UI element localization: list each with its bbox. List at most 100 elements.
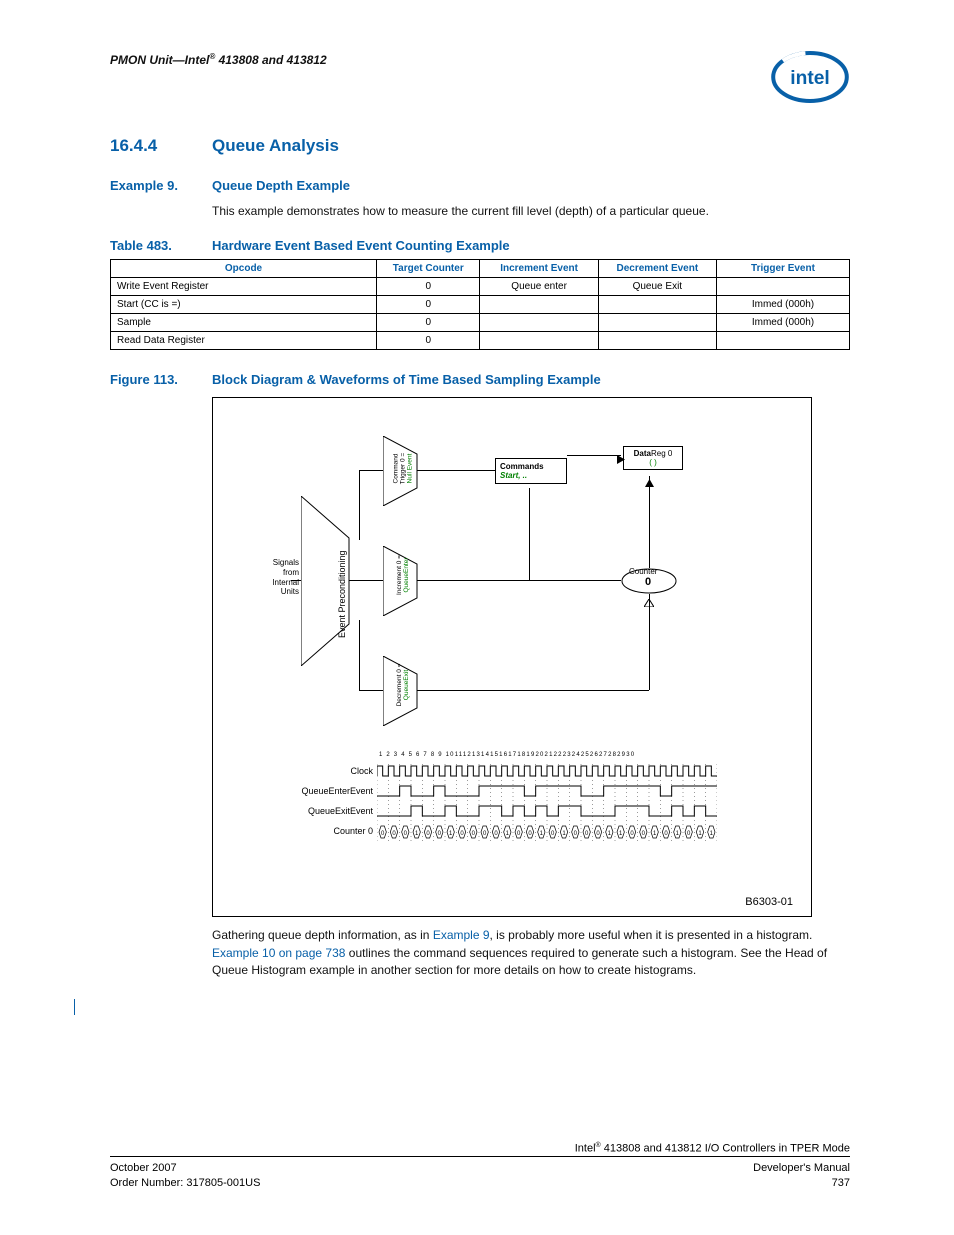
section-number: 16.4.4 (110, 136, 212, 156)
header-text: PMON Unit—Intel® 413808 and 413812 (110, 48, 327, 67)
link-example-9[interactable]: Example 9 (433, 928, 490, 942)
th-decr: Decrement Event (598, 260, 716, 278)
figure-title: Block Diagram & Waveforms of Time Based … (212, 372, 601, 387)
cell: Start (CC is =) (111, 296, 377, 314)
table-row: Read Data Register 0 (111, 332, 850, 350)
footer-right-1: Developer's Manual (753, 1161, 850, 1176)
example-title: Queue Depth Example (212, 178, 350, 193)
wire (349, 580, 383, 581)
cell: Read Data Register (111, 332, 377, 350)
example-caption: Example 9. Queue Depth Example (110, 178, 850, 193)
table-caption: Table 483. Hardware Event Based Event Co… (110, 238, 850, 253)
cell: 0 (377, 314, 480, 332)
counter-value: 0 (645, 576, 651, 588)
arrowhead-icon (617, 451, 625, 469)
txt: Commands (500, 462, 544, 471)
txt: Increment 0 = (396, 555, 403, 595)
wire (529, 488, 530, 580)
footer-left-2: Order Number: 317805-001US (110, 1176, 260, 1191)
txt: 413808 and 413812 I/O Controllers in TPE… (601, 1142, 850, 1154)
txt: Trigger 0 = (400, 453, 407, 484)
txt: Gathering queue depth information, as in (212, 928, 433, 942)
figure-113: Signals from Internal Units Event Precon… (212, 397, 812, 917)
footer-left-1: October 2007 (110, 1161, 177, 1176)
txt: ( ) (649, 458, 657, 467)
wave-label-enter: QueueEnterEvent (233, 786, 373, 796)
footer-right-top: Intel® 413808 and 413812 I/O Controllers… (575, 1141, 850, 1157)
counter-label: Counter (629, 567, 657, 576)
example-number: Example 9. (110, 178, 212, 193)
counter-oval: Counter 0 (621, 568, 677, 594)
header-tail: 413808 and 413812 (215, 53, 326, 67)
wire (359, 690, 383, 691)
mux-top-label: Command Trigger 0 = Null Event (393, 445, 414, 493)
wire (359, 620, 360, 690)
th-incr: Increment Event (480, 260, 598, 278)
cell (598, 296, 716, 314)
wire (359, 470, 383, 471)
th-trig: Trigger Event (716, 260, 849, 278)
cell: Immed (000h) (716, 314, 849, 332)
wave-label-exit: QueueExitEvent (233, 806, 373, 816)
figure-id: B6303-01 (745, 896, 793, 908)
wire (417, 580, 621, 581)
revision-bar-icon (74, 999, 75, 1015)
footer-right-2: 737 (832, 1176, 850, 1191)
table-title: Hardware Event Based Event Counting Exam… (212, 238, 510, 253)
th-opcode: Opcode (111, 260, 377, 278)
wave-label-clock: Clock (233, 766, 373, 776)
wave-tick-numbers: 1 2 3 4 5 6 7 8 9 1011121314151617181920… (379, 752, 719, 758)
cell (598, 314, 716, 332)
link-example-10[interactable]: Example 10 on page 738 (212, 946, 345, 960)
cell (598, 332, 716, 350)
wire (291, 580, 301, 581)
txt: Null Event (407, 454, 414, 484)
txt: Reg 0 (651, 449, 672, 458)
table-number: Table 483. (110, 238, 212, 253)
preconditioning-funnel-icon (301, 496, 361, 666)
mux-mid-label: Increment 0 = QueueEnter (396, 553, 410, 597)
table-483: Opcode Target Counter Increment Event De… (110, 259, 850, 350)
svg-text:intel: intel (790, 68, 829, 89)
cell: Immed (000h) (716, 296, 849, 314)
section-title: Queue Analysis (212, 136, 339, 156)
section-heading: 16.4.4 Queue Analysis (110, 136, 850, 156)
cell: Queue enter (480, 278, 598, 296)
txt: QueueExit (403, 670, 410, 700)
cell: 0 (377, 332, 480, 350)
arrowhead-icon (644, 594, 654, 612)
wave-label-ctr: Counter 0 (233, 826, 373, 836)
paragraph-2: Gathering queue depth information, as in… (212, 927, 850, 979)
cell (716, 278, 849, 296)
txt: Decrement 0 = (396, 664, 403, 707)
txt: Intel (575, 1142, 596, 1154)
wire (417, 690, 649, 691)
signals-label: Signals from Internal Units (257, 558, 299, 596)
figure-caption: Figure 113. Block Diagram & Waveforms of… (110, 372, 850, 387)
block-diagram: Signals from Internal Units Event Precon… (213, 398, 811, 748)
txt: , is probably more useful when it is pre… (490, 928, 813, 942)
page-footer: Intel® 413808 and 413812 I/O Controllers… (110, 1141, 850, 1191)
cell (480, 296, 598, 314)
preconditioning-label: Event Preconditioning (337, 551, 347, 639)
txt: Data (634, 449, 651, 458)
wire (567, 455, 621, 456)
table-row: Start (CC is =) 0 Immed (000h) (111, 296, 850, 314)
signals-text: Signals from Internal Units (272, 558, 299, 596)
intel-logo-icon: intel (770, 48, 850, 106)
commands-box: Commands Start, .. (495, 458, 567, 484)
figure-number: Figure 113. (110, 372, 212, 387)
mux-bot-label: Decrement 0 = QueueExit (396, 663, 410, 707)
cell (480, 314, 598, 332)
th-target: Target Counter (377, 260, 480, 278)
wave-grid-icon (377, 764, 717, 854)
wire (359, 470, 360, 540)
cell: Sample (111, 314, 377, 332)
cell: 0 (377, 296, 480, 314)
data-reg-box: DataReg 0 ( ) (623, 446, 683, 470)
page-header: PMON Unit—Intel® 413808 and 413812 intel (110, 48, 850, 106)
arrowhead-icon (645, 474, 654, 492)
header-pre: PMON Unit—Intel (110, 53, 209, 67)
cell (480, 332, 598, 350)
wire (417, 470, 495, 471)
